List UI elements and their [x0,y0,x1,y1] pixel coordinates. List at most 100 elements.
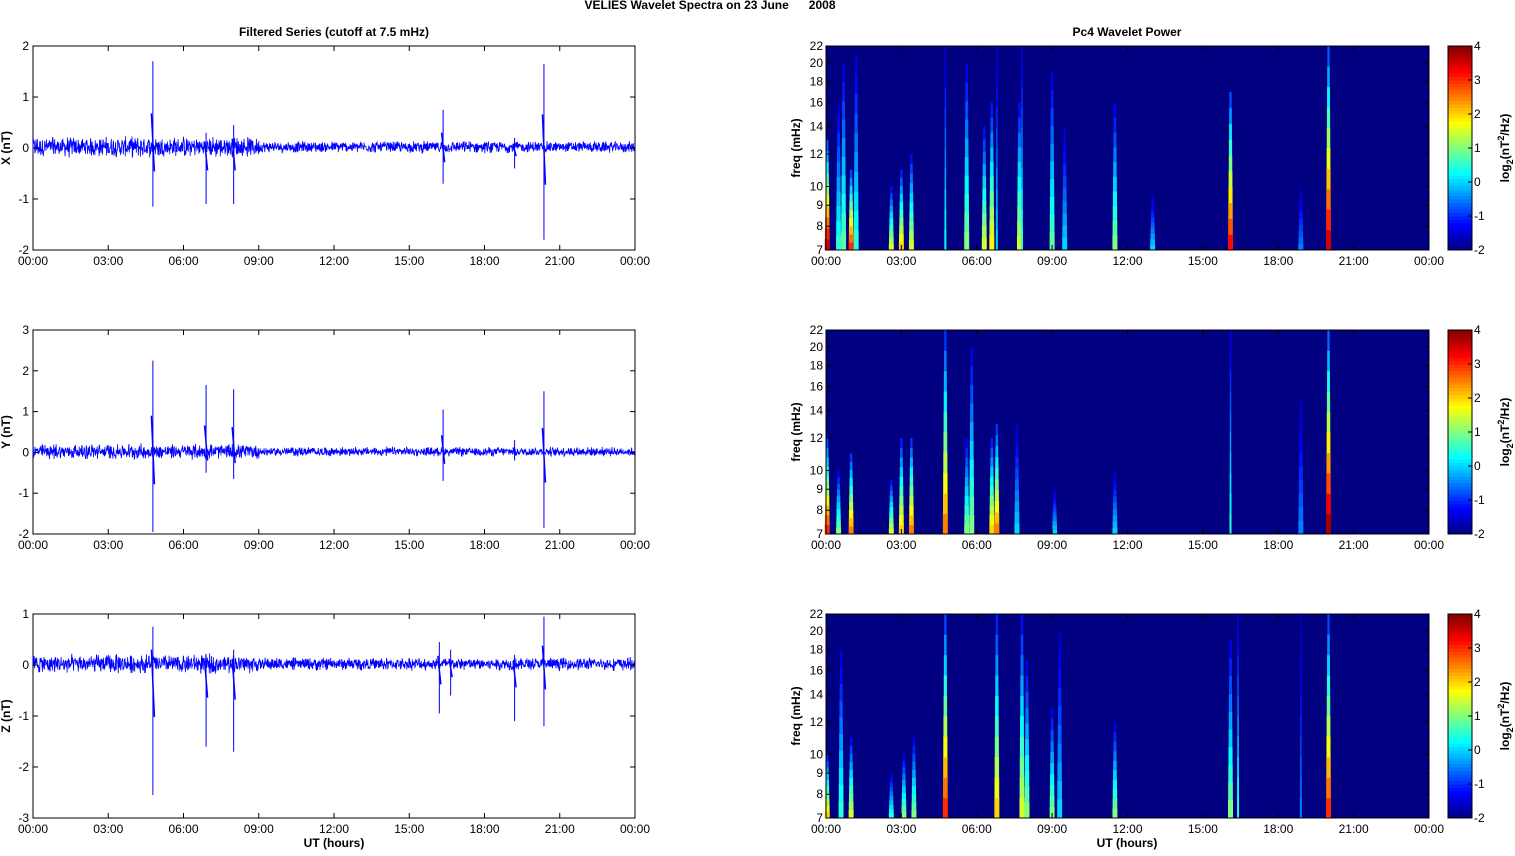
colorbar-cell [1448,493,1472,498]
wavelet-cell [943,370,947,392]
colorbar-cell [1448,83,1472,88]
wavelet-cell [969,440,974,460]
wavelet-cell [996,107,998,129]
wavelet-cell [1024,786,1030,803]
colorbar-cell [1448,103,1472,108]
colorbar-cell [1448,665,1472,669]
colorbar-cell [1448,158,1472,163]
wavelet-cell [836,521,841,529]
y-tick-label: 12 [810,715,824,729]
wavelet-cell [1062,212,1067,226]
colorbar-tick-label: 0 [1474,459,1481,473]
colorbar-tick-label: 2 [1474,107,1481,121]
x-tick-label: 06:00 [168,254,198,268]
wavelet-cell [1015,467,1019,480]
wavelet-cell [1113,470,1117,478]
colorbar-cell [1448,188,1472,193]
y-tick-label: 12 [810,431,824,445]
wavelet-cell [970,403,974,423]
wavelet-cell [990,132,994,148]
wavelet-cell [942,797,948,819]
wavelet-cell [1228,693,1233,712]
colorbar-cell [1448,86,1472,91]
wavelet-cell [994,736,999,758]
wavelet-cell [841,156,846,176]
wavelet-cell [1300,716,1302,737]
wavelet-cell [839,750,844,769]
colorbar-cell [1448,517,1472,521]
wavelet-cell [1112,220,1118,236]
colorbar-cell [1448,330,1472,334]
y-axis-label: Z (nT) [0,699,13,732]
x-tick-label: 15:00 [394,254,424,268]
colorbar-cell [1448,391,1472,396]
wavelet-event [1020,46,1023,251]
wavelet-cell [911,793,917,803]
wavelet-cell [1019,756,1025,778]
wavelet-cell [1228,764,1233,783]
x-tick-label: 15:00 [394,822,424,836]
wavelet-cell [964,156,969,176]
colorbar-cell [1448,760,1472,765]
colorbar-cell [1448,374,1472,379]
colorbar-cell [1448,336,1472,341]
wavelet-cell [841,119,846,139]
colorbar-tick-label: 0 [1474,175,1481,189]
wavelet-cell [836,508,841,516]
wavelet-cell [989,495,994,506]
colorbar-cell [1448,719,1472,724]
wavelet-cell [910,447,913,458]
wavelet-cell [909,192,914,203]
wavelet-cell [899,495,904,506]
wavelet-cell [1018,132,1021,148]
wavelet-cell [1025,675,1029,693]
wavelet-cell [1050,762,1055,775]
wavelet-cell [901,811,907,819]
wavelet-cell [969,477,974,498]
wavelet-cell [841,137,846,157]
colorbar-label-part: log [1498,732,1512,750]
colorbar-cell [1448,807,1472,812]
wavelet-cell [849,737,853,747]
y-tick-label: 14 [810,404,824,418]
wavelet-cell [889,506,894,513]
wavelet-cell [1063,163,1067,177]
wavelet-cell [965,457,969,468]
wavelet-cell [1299,211,1303,219]
colorbar-cell [1448,401,1472,406]
wavelet-cell [888,809,894,815]
wavelet-cell [996,127,998,149]
wavelet-cell [996,86,998,108]
colorbar-cell [1448,794,1472,799]
colorbar-cell [1448,182,1472,186]
wavelet-cell [995,614,998,635]
wavelet-cell [1150,217,1155,224]
wavelet-event [1299,614,1302,819]
wavelet-cell [944,66,947,88]
colorbar-label: log2(nT2/Hz) [1496,398,1515,467]
wavelet-cell [853,191,859,212]
x-tick-label: 21:00 [1339,254,1369,268]
colorbar-cell [1448,688,1472,693]
colorbar-cell [1448,425,1472,430]
wavelet-cell [1112,235,1118,251]
axes-box [32,613,636,819]
wavelet-cell [1150,228,1155,235]
wavelet-cell [1049,795,1055,808]
wavelet-cell [1300,695,1302,717]
wavelet-cell [994,797,1000,819]
colorbar-cell [1448,353,1472,358]
colorbar-cell [1448,367,1472,372]
wavelet-cell [969,421,974,441]
wavelet-cell [901,792,906,800]
wavelet-cell [1020,654,1024,676]
wavelet-cell [1237,777,1239,799]
wavelet-cell [1113,146,1117,163]
wavelet-cell [1327,46,1330,67]
wavelet-cell [910,437,913,449]
wavelet-cell [848,525,854,535]
wavelet-cell [1113,741,1117,752]
wavelet-cell [944,168,947,190]
wavelet-cell [944,330,947,351]
wavelet-cell [1057,761,1062,782]
